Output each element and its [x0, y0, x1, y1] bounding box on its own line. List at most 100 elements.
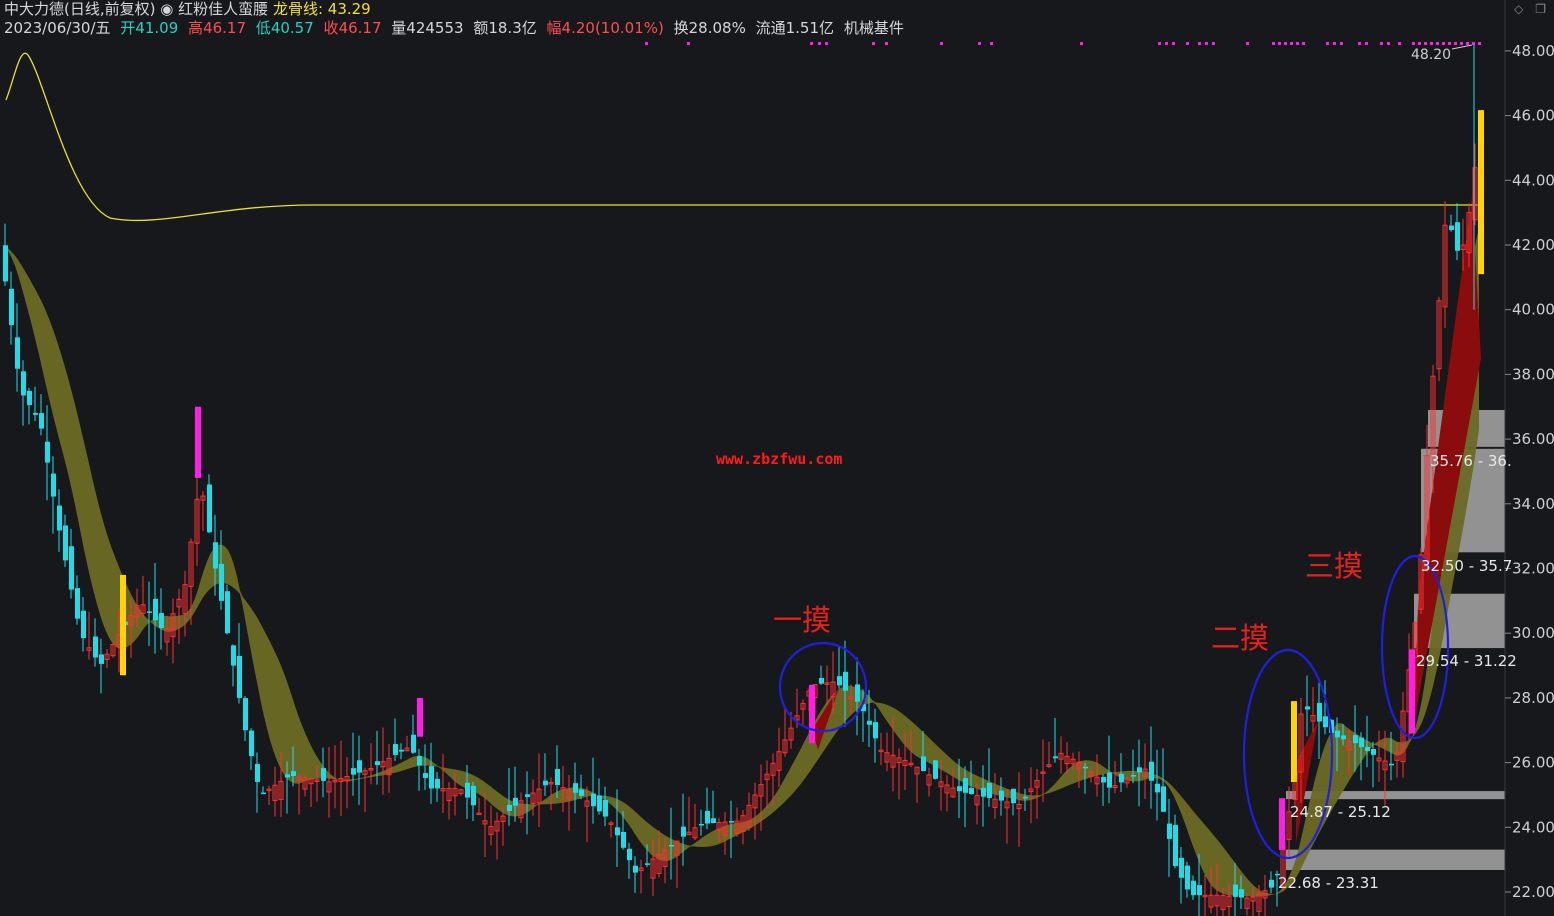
candle-body-down — [1335, 730, 1340, 738]
signal-dot — [1418, 42, 1421, 45]
candle-body-down — [351, 768, 356, 775]
candle-body-down — [393, 744, 398, 755]
candle-body-down — [285, 774, 290, 778]
candle-body-down — [1371, 749, 1376, 755]
annotation-label: 二摸 — [1211, 621, 1269, 655]
candle-body-down — [375, 761, 380, 766]
candle-body-down — [255, 763, 260, 783]
candle-body-down — [681, 826, 686, 837]
candle-body-down — [999, 790, 1004, 801]
axis-tick-label: 34.00 — [1512, 495, 1554, 513]
signal-dot — [1272, 42, 1275, 45]
signal-dot — [1358, 42, 1361, 45]
signal-dot — [940, 42, 943, 45]
watermark: www.zbzfwu.com — [716, 450, 842, 468]
signal-dots — [645, 42, 1481, 45]
axis-tick-label: 48.00 — [1512, 42, 1554, 60]
candle-body-down — [987, 783, 992, 798]
candle-body-down — [45, 441, 50, 463]
candle-body-down — [1341, 735, 1346, 740]
candle-body-down — [207, 484, 212, 533]
signal-bar — [195, 406, 201, 478]
candle-body-down — [525, 794, 530, 797]
signal-dot — [1186, 42, 1189, 45]
signal-dot — [1284, 42, 1287, 45]
signal-dot — [1387, 42, 1390, 45]
signal-bar — [1478, 110, 1484, 275]
signal-bar — [417, 697, 423, 737]
candle-body-down — [1155, 783, 1160, 793]
axis-tick-label: 24.00 — [1512, 818, 1554, 836]
axis-tick-label: 32.00 — [1512, 560, 1554, 578]
candle-body-down — [1149, 761, 1154, 781]
candle-body-down — [213, 542, 218, 569]
signal-dot — [1398, 42, 1401, 45]
candle-body-down — [699, 823, 704, 826]
zone-label: 24.87 - 25.12 — [1290, 803, 1391, 821]
candle-body-down — [243, 698, 248, 731]
candle-body-down — [1269, 879, 1274, 888]
signal-dot — [1430, 42, 1433, 45]
candle-body-down — [225, 591, 230, 634]
candle-body-down — [15, 337, 20, 369]
annotation-label: 一摸 — [773, 603, 831, 637]
candle-body-down — [27, 390, 32, 406]
candle-body-down — [99, 654, 104, 664]
candle-body-down — [147, 611, 152, 613]
candle-body-down — [81, 610, 86, 639]
candle-body-down — [429, 766, 434, 789]
axis-tick-label: 38.00 — [1512, 365, 1554, 383]
axis-tick-label: 36.00 — [1512, 430, 1554, 448]
candle-body-down — [1449, 225, 1454, 230]
signal-dot — [1165, 42, 1168, 45]
signal-dot — [1302, 42, 1305, 45]
signal-dot — [885, 42, 888, 45]
signal-dot — [1478, 42, 1481, 45]
signal-dot — [825, 42, 828, 45]
candle-body-down — [1305, 706, 1310, 710]
candle-body-down — [1137, 767, 1142, 773]
candle-body-down — [1131, 775, 1136, 777]
signal-dot — [687, 42, 690, 45]
candle-body-down — [63, 525, 68, 561]
candle-body-down — [729, 821, 734, 823]
signal-dot — [1460, 42, 1463, 45]
candle-body-down — [75, 588, 80, 619]
candle-body-down — [933, 760, 938, 779]
signal-bar — [1409, 649, 1415, 734]
signal-dot — [1412, 42, 1415, 45]
candle-body-down — [3, 245, 8, 282]
candle-body-down — [291, 771, 296, 777]
candle-body-down — [513, 797, 518, 806]
candle-body-down — [1173, 824, 1178, 867]
candle-body-down — [1179, 857, 1184, 878]
candle-body-down — [1389, 763, 1394, 766]
candle-body-down — [621, 831, 626, 848]
candle-body-down — [627, 848, 632, 861]
signal-dot — [818, 42, 821, 45]
candle-body-down — [153, 598, 158, 621]
candle-body-down — [1119, 773, 1124, 783]
candlestick-chart[interactable]: 22.00 24.00 26.00 28.00 30.00 32.00 34.00 36.00… — [0, 0, 1554, 916]
candle-body-down — [21, 371, 26, 396]
candle-body-down — [669, 844, 674, 847]
price-axis: 22.00 24.00 26.00 28.00 30.00 32.00 34.00 36.00… — [1504, 0, 1554, 916]
candle-body-down — [1191, 880, 1196, 896]
candle-body-down — [237, 655, 242, 698]
candle-body-down — [471, 785, 476, 806]
candle-body-down — [1185, 865, 1190, 890]
signal-dot — [645, 42, 648, 45]
olive-ribbon — [0, 227, 1479, 897]
candle-body-down — [873, 722, 878, 739]
axis-tick-label: 40.00 — [1512, 301, 1554, 319]
candle-body-down — [705, 810, 710, 824]
candle-body-down — [1455, 222, 1460, 251]
candle-body-down — [507, 804, 512, 811]
zone-label: 32.50 - 35.7 — [1421, 557, 1512, 575]
candle-body-down — [411, 734, 416, 753]
candle-body-down — [435, 778, 440, 789]
signal-dot — [1290, 42, 1293, 45]
candle-body-down — [1359, 737, 1364, 748]
candle-body-down — [591, 793, 596, 807]
dragon-line — [5, 52, 1481, 222]
